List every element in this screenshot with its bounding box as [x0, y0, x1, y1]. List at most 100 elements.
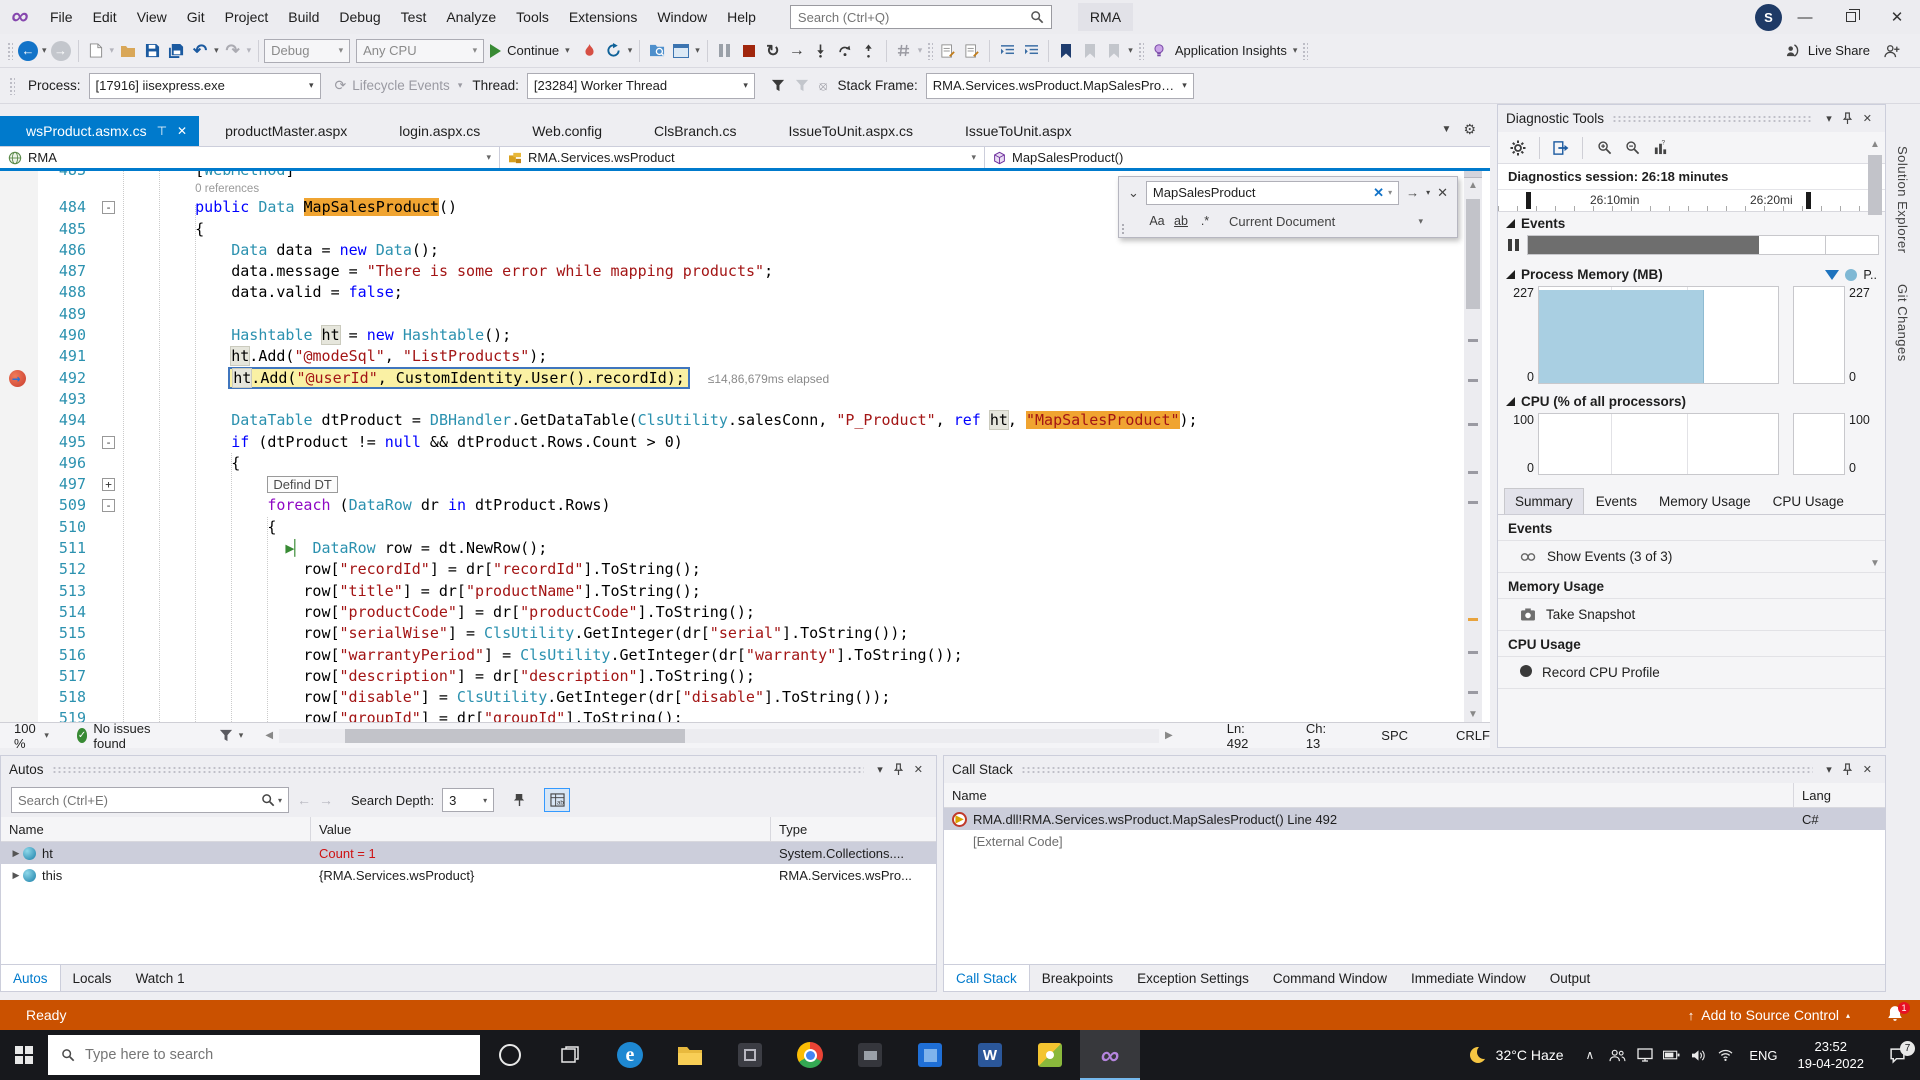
code-line-518[interactable]: 518row["disable"] = ClsUtility.GetIntege…: [0, 687, 1460, 708]
taskbar-app-app-color[interactable]: [1020, 1030, 1080, 1080]
weather-widget[interactable]: 32°C Haze: [1458, 1046, 1576, 1064]
code-line-515[interactable]: 515row["serialWise"] = ClsUtility.GetInt…: [0, 623, 1460, 644]
breakpoint-gutter[interactable]: [0, 602, 38, 623]
column-type[interactable]: Type: [771, 817, 936, 841]
find-next-chevron-icon[interactable]: ▾: [1426, 188, 1430, 197]
stop-debugging-icon[interactable]: [737, 38, 761, 64]
code-line-492[interactable]: 492ht.Add("@userId", CustomIdentity.User…: [0, 368, 1460, 389]
breakpoint-gutter[interactable]: [0, 410, 38, 431]
code-line-491[interactable]: 491ht.Add("@modeSql", "ListProducts");: [0, 346, 1460, 367]
find-input-box[interactable]: ✕ ▾: [1146, 181, 1399, 205]
previous-bookmark-icon[interactable]: [1078, 38, 1102, 64]
breakpoint-gutter[interactable]: [0, 474, 38, 495]
dropdown-chevron-icon[interactable]: ▾: [108, 45, 117, 56]
scroll-left-icon[interactable]: ◀: [259, 730, 279, 741]
solution-configuration-combo[interactable]: Debug▾: [264, 39, 350, 63]
column-lang[interactable]: Lang: [1794, 783, 1885, 807]
continue-button[interactable]: Continue▾: [484, 38, 578, 64]
language-indicator[interactable]: ENG: [1739, 1048, 1787, 1063]
tab-productMaster-aspx[interactable]: productMaster.aspx: [199, 116, 373, 146]
code-line-517[interactable]: 517row["description"] = dr["description"…: [0, 666, 1460, 687]
menu-project[interactable]: Project: [215, 0, 279, 34]
zoom-in-icon[interactable]: [1592, 135, 1616, 161]
window-position-chevron-icon[interactable]: ▾: [872, 763, 888, 776]
panel-tab-command-window[interactable]: Command Window: [1261, 965, 1399, 991]
tray-battery-icon[interactable]: [1658, 1050, 1685, 1060]
diagnostics-timeline-ruler[interactable]: 26:10min 26:20mi: [1498, 190, 1885, 212]
close-tab-icon[interactable]: ✕: [177, 124, 187, 138]
breakpoint-gutter[interactable]: [0, 346, 38, 367]
breakpoint-gutter[interactable]: [0, 453, 38, 474]
filter-threads-icon[interactable]: [771, 79, 785, 92]
summary-link-take-snapshot[interactable]: Take Snapshot: [1498, 599, 1885, 631]
code-line-511[interactable]: 511▶▏ DataRow row = dt.NewRow();: [0, 538, 1460, 559]
breakpoint-gutter[interactable]: [0, 181, 38, 197]
tray-volume-icon[interactable]: [1685, 1049, 1712, 1062]
member-dropdown[interactable]: MapSalesProduct(): [985, 146, 1490, 168]
process-combo[interactable]: [17916] iisexpress.exe▾: [89, 73, 321, 99]
browse-with-icon[interactable]: [645, 38, 669, 64]
tray-people-icon[interactable]: [1604, 1049, 1631, 1062]
step-out-icon[interactable]: [857, 38, 881, 64]
restore-button[interactable]: [1828, 0, 1874, 34]
iis-express-icon[interactable]: [669, 38, 693, 64]
zoom-selector[interactable]: 100 %▾: [0, 721, 57, 751]
panel-tab-call-stack[interactable]: Call Stack: [944, 965, 1030, 991]
taskbar-app-cortana[interactable]: [480, 1030, 540, 1080]
menu-window[interactable]: Window: [647, 0, 717, 34]
menu-help[interactable]: Help: [717, 0, 766, 34]
add-to-source-control-button[interactable]: ↑ Add to Source Control ▴: [1678, 1007, 1860, 1023]
restart-debugging-icon[interactable]: ↻: [761, 38, 785, 64]
breakpoint-gutter[interactable]: [0, 219, 38, 240]
taskbar-app-file-explorer[interactable]: [660, 1030, 720, 1080]
solution-platform-combo[interactable]: Any CPU▾: [356, 39, 484, 63]
window-position-chevron-icon[interactable]: ▾: [1821, 763, 1837, 776]
autos-row-ht[interactable]: ▶htCount = 1System.Collections....: [1, 842, 936, 864]
breakpoint-gutter[interactable]: [0, 282, 38, 303]
next-bookmark-icon[interactable]: [1102, 38, 1126, 64]
code-window-icon[interactable]: [936, 38, 960, 64]
diag-tab-events[interactable]: Events: [1586, 489, 1647, 514]
taskbar-search-box[interactable]: [48, 1035, 480, 1075]
taskbar-app-chrome[interactable]: [780, 1030, 840, 1080]
taskbar-app-word[interactable]: W: [960, 1030, 1020, 1080]
hscroll-thumb[interactable]: [345, 729, 685, 743]
callstack-row[interactable]: [External Code]: [944, 830, 1885, 852]
clear-search-icon[interactable]: ✕: [1369, 185, 1388, 201]
memory-section-header[interactable]: Process Memory (MB) P..: [1498, 263, 1885, 286]
breakpoint-gutter[interactable]: [0, 645, 38, 666]
step-over-icon[interactable]: [833, 38, 857, 64]
dropdown-chevron-icon[interactable]: ▾: [40, 45, 49, 56]
menu-test[interactable]: Test: [391, 0, 437, 34]
menu-edit[interactable]: Edit: [83, 0, 127, 34]
lifecycle-events-button[interactable]: Lifecycle Events: [352, 78, 450, 93]
autos-pin-button[interactable]: [506, 788, 532, 812]
zoom-out-icon[interactable]: [1620, 135, 1644, 161]
tab-login-aspx-cs[interactable]: login.aspx.cs: [373, 116, 506, 146]
user-avatar[interactable]: S: [1755, 4, 1782, 31]
scroll-down-icon[interactable]: ▼: [1867, 558, 1883, 569]
panel-tab-autos[interactable]: Autos: [1, 965, 61, 991]
dropdown-chevron-icon[interactable]: ▾: [212, 45, 221, 56]
save-all-icon[interactable]: [164, 38, 188, 64]
application-insights-icon[interactable]: [1147, 38, 1171, 64]
increase-indent-icon[interactable]: [1019, 38, 1043, 64]
fold-collapse-icon[interactable]: -: [102, 436, 115, 449]
breakpoint-gutter[interactable]: [0, 197, 38, 218]
menu-view[interactable]: View: [127, 0, 177, 34]
minimize-button[interactable]: —: [1782, 0, 1828, 34]
call-stack-titlebar[interactable]: Call Stack ▾ ✕: [944, 756, 1885, 783]
menu-build[interactable]: Build: [278, 0, 329, 34]
breakpoint-gutter[interactable]: [0, 325, 38, 346]
tab-Web-config[interactable]: Web.config: [506, 116, 628, 146]
column-value[interactable]: Value: [311, 817, 771, 841]
breakpoint-gutter[interactable]: [0, 495, 38, 516]
autos-row-this[interactable]: ▶this{RMA.Services.wsProduct}RMA.Service…: [1, 864, 936, 886]
tab-wsProduct-asmx-cs[interactable]: wsProduct.asmx.cs⊤✕: [0, 116, 199, 146]
taskbar-app-app-dark-1[interactable]: [720, 1030, 780, 1080]
pin-icon[interactable]: [1837, 763, 1858, 776]
live-share-button[interactable]: Live Share: [1783, 38, 1872, 64]
rail-tab-git-changes[interactable]: Git Changes: [1886, 278, 1919, 368]
code-line-512[interactable]: 512row["recordId"] = dr["recordId"].ToSt…: [0, 559, 1460, 580]
search-history-chevron-icon[interactable]: ▾: [1388, 188, 1392, 197]
